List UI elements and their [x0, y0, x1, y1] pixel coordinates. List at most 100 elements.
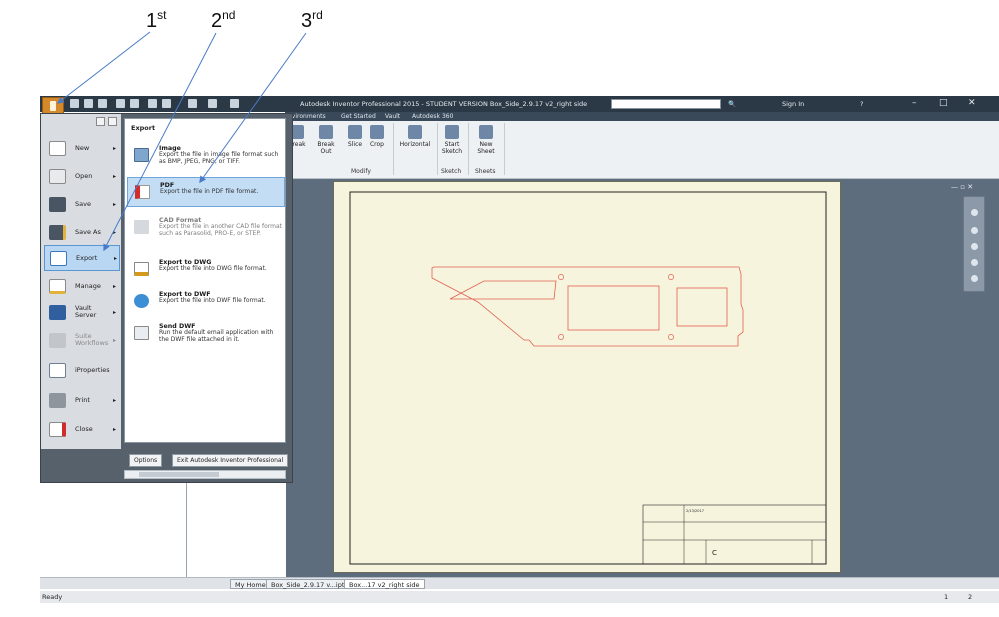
help-icon[interactable]: ? — [860, 100, 863, 108]
export-pdf-item[interactable]: PDF Export the file in PDF file format. — [127, 177, 285, 207]
app-menu-scrollbar[interactable] — [124, 470, 286, 479]
quick-access-home-icon[interactable] — [148, 99, 157, 108]
options-button[interactable]: Options — [129, 454, 163, 467]
menu-item-vault-server[interactable]: Vault Server ▸ — [44, 300, 120, 326]
pan-icon[interactable] — [971, 227, 978, 234]
help-search-input[interactable] — [611, 99, 721, 109]
menu-item-save[interactable]: Save ▸ — [44, 192, 120, 218]
annotation-second: 2nd — [211, 8, 236, 32]
tab-autodesk-360[interactable]: Autodesk 360 — [412, 113, 453, 120]
part-hole — [558, 274, 564, 280]
help-search-icon[interactable]: 🔍 — [728, 100, 736, 108]
quick-access-color-icon[interactable] — [230, 99, 239, 108]
export-cad-format-item[interactable]: CAD Format Export the file in another CA… — [127, 213, 285, 243]
tab-get-started[interactable]: Get Started — [341, 113, 376, 120]
app-menu-view-toggle[interactable] — [96, 117, 118, 127]
send-dwf-icon — [134, 326, 149, 340]
menu-item-close[interactable]: Close ▸ — [44, 417, 120, 443]
annotation-first: 1st — [146, 8, 167, 32]
dwf-globe-icon — [134, 294, 149, 308]
new-icon — [49, 141, 66, 156]
save-icon — [49, 197, 66, 212]
menu-item-manage[interactable]: Manage ▸ — [44, 274, 120, 300]
quick-access-new-icon[interactable] — [70, 99, 79, 108]
tab-drawing-document[interactable]: Box...17 v2_right side — [344, 579, 425, 589]
group-sheets-label: Sheets — [475, 168, 496, 175]
ribbon-separator — [504, 123, 505, 175]
save-as-icon — [49, 225, 66, 240]
ribbon-tabs: nvironments Get Started Vault Autodesk 3… — [285, 112, 999, 121]
navigation-bar[interactable] — [963, 196, 985, 292]
tab-my-home[interactable]: My Home — [230, 579, 271, 589]
document-tab-strip: My Home Box_Side_2.9.17 v...ipt Box...17… — [40, 577, 999, 589]
export-dwf-item[interactable]: Export to DWF Export the file into DWF f… — [127, 287, 285, 317]
quick-access-open-icon[interactable] — [84, 99, 93, 108]
zoom-all-icon[interactable] — [971, 259, 978, 266]
scroll-thumb[interactable] — [139, 472, 219, 477]
quick-access-measure-icon[interactable] — [188, 99, 197, 108]
send-dwf-item[interactable]: Send DWF Run the default email applicati… — [127, 319, 285, 349]
close-document-icon — [49, 422, 66, 437]
menu-item-new[interactable]: New ▸ — [44, 136, 120, 162]
menu-item-suite-workflows[interactable]: Suite Workflows ▸ — [44, 328, 120, 354]
horizontal-button[interactable]: Horizontal — [397, 125, 433, 148]
menu-item-print[interactable]: Print ▸ — [44, 388, 120, 414]
part-hole — [558, 334, 564, 340]
ribbon-separator — [393, 123, 394, 175]
viewport-controls[interactable]: — ▫ ✕ — [951, 183, 973, 191]
sign-in-link[interactable]: Sign In — [782, 100, 804, 108]
title-bar: Autodesk Inventor Professional 2015 - ST… — [40, 96, 999, 112]
printer-icon — [49, 393, 66, 408]
drawing-sheet[interactable]: 2/13/2017 C — [333, 181, 841, 573]
export-image-item[interactable]: Image Export the file in image file form… — [127, 141, 285, 171]
app-menu-commands: New ▸ Open ▸ Save ▸ Save As ▸ Export ▸ Manage… — [41, 114, 121, 449]
orbit-icon[interactable] — [971, 275, 978, 282]
steering-wheel-icon[interactable] — [971, 209, 978, 216]
quick-access-save-icon[interactable] — [98, 99, 107, 108]
minimize-button[interactable]: – — [912, 98, 917, 108]
close-window-button[interactable]: ✕ — [968, 98, 976, 108]
quick-access-undo-icon[interactable] — [116, 99, 125, 108]
chevron-right-icon: ▸ — [113, 309, 117, 316]
tab-vault[interactable]: Vault — [385, 113, 400, 120]
cad-format-icon — [134, 220, 149, 234]
new-sheet-button[interactable]: New Sheet — [471, 125, 501, 155]
exit-button[interactable]: Exit Autodesk Inventor Professional — [172, 454, 289, 467]
start-sketch-button[interactable]: Start Sketch — [439, 125, 465, 155]
quick-access-redo-icon[interactable] — [130, 99, 139, 108]
group-modify-label: Modify — [351, 168, 371, 175]
ribbon-panel: Break Break Out Slice Crop Horizontal St… — [285, 121, 999, 179]
image-icon — [134, 148, 149, 162]
quick-access-print-icon[interactable] — [162, 99, 171, 108]
suite-workflows-icon — [49, 333, 66, 348]
maximize-button[interactable]: □ — [939, 98, 948, 108]
new-sheet-icon — [479, 125, 493, 139]
chevron-right-icon: ▸ — [113, 283, 117, 290]
open-folder-icon — [49, 169, 66, 184]
chevron-right-icon: ▸ — [113, 229, 117, 236]
menu-item-iproperties[interactable]: iProperties — [44, 358, 120, 384]
chevron-right-icon: ▸ — [113, 426, 117, 433]
slice-icon — [348, 125, 362, 139]
ribbon-separator — [468, 123, 469, 175]
tab-environments[interactable]: nvironments — [288, 113, 326, 120]
iproperties-icon — [49, 363, 66, 378]
arrow-first — [56, 31, 151, 104]
menu-item-open[interactable]: Open ▸ — [44, 164, 120, 190]
zoom-icon[interactable] — [971, 243, 978, 250]
part-outline — [431, 266, 744, 347]
menu-item-save-as[interactable]: Save As ▸ — [44, 220, 120, 246]
drawing-canvas: 2/13/2017 C — [349, 191, 827, 565]
vault-icon — [49, 305, 66, 320]
export-icon — [50, 251, 67, 266]
slice-button[interactable]: Slice — [343, 125, 367, 148]
export-dwg-item[interactable]: Export to DWG Export the file into DWG f… — [127, 255, 285, 285]
quick-access-update-icon[interactable] — [208, 99, 217, 108]
crop-button[interactable]: Crop — [365, 125, 389, 148]
break-out-button[interactable]: Break Out — [311, 125, 341, 155]
sheet-border — [349, 191, 827, 565]
title-block — [642, 504, 827, 565]
tab-part-document[interactable]: Box_Side_2.9.17 v...ipt — [266, 579, 350, 589]
menu-item-export[interactable]: Export ▸ — [44, 245, 120, 271]
part-hole — [668, 274, 674, 280]
